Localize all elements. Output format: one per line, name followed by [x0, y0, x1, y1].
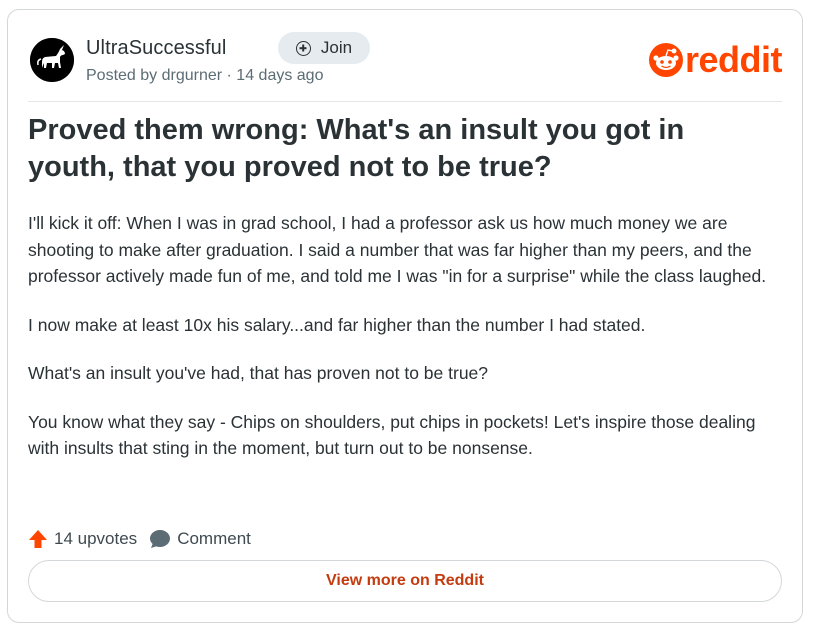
post-title[interactable]: Proved them wrong: What's an insult you … [28, 112, 768, 186]
comment-label: Comment [177, 529, 251, 548]
reddit-logo[interactable]: reddit [648, 39, 783, 80]
post-meta: Posted by drgurner · 14 days ago [86, 67, 324, 84]
header-divider [28, 101, 782, 102]
unicorn-icon [30, 38, 74, 82]
reddit-snoo-icon [648, 43, 683, 77]
upvote-arrow-icon [29, 530, 47, 548]
post-actions: 14 upvotes Comment [28, 526, 263, 552]
post-paragraph: What's an insult you've had, that has pr… [28, 363, 489, 383]
upvote-count: 14 upvotes [54, 529, 138, 548]
upvote-button[interactable]: 14 upvotes [28, 529, 137, 549]
subreddit-avatar[interactable] [30, 38, 74, 82]
comment-button[interactable]: Comment [149, 529, 251, 549]
join-label: Join [320, 38, 353, 57]
post-paragraph: I'll kick it off: When I was in grad sch… [28, 213, 767, 286]
plus-circle-icon [295, 40, 311, 56]
reddit-post-embed-card: UltraSuccessful Join Posted by drgurner … [7, 9, 803, 623]
reddit-wordmark: reddit [684, 39, 783, 80]
join-button[interactable]: Join [278, 32, 370, 64]
view-more-on-reddit-button[interactable]: View more on Reddit [28, 560, 782, 602]
post-header: UltraSuccessful Join Posted by drgurner … [28, 32, 783, 92]
comment-bubble-icon [150, 530, 171, 548]
post-paragraph: You know what they say - Chips on should… [28, 411, 756, 459]
post-body: I'll kick it off: When I was in grad sch… [28, 210, 788, 484]
post-paragraph: I now make at least 10x his salary...and… [28, 314, 646, 335]
subreddit-name[interactable]: UltraSuccessful [86, 37, 226, 60]
